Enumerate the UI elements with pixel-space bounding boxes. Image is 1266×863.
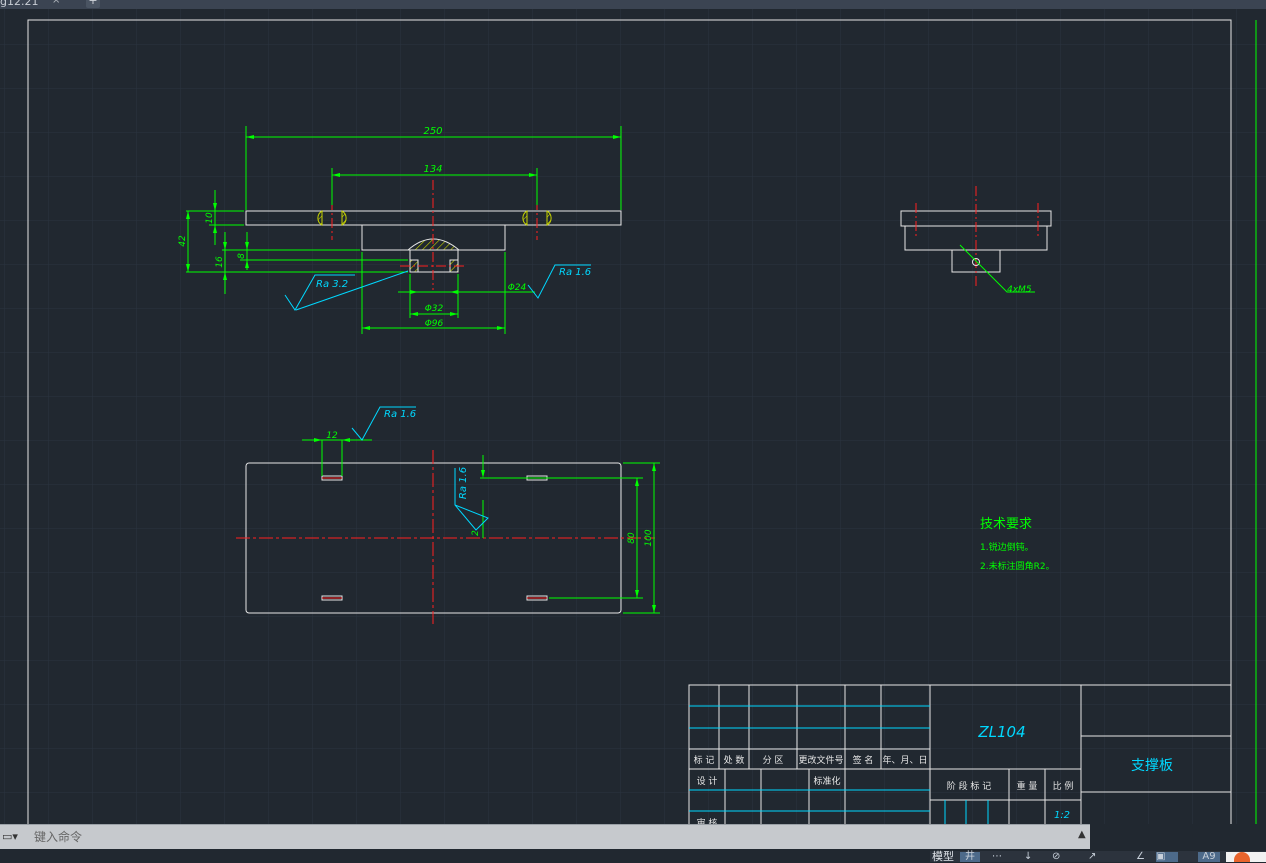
dim-134: 134 [423,164,442,175]
dim-100: 100 [644,529,654,546]
tb-count: 处 数 [724,754,745,766]
roughness-ra16-top: Ra 1.6 [384,409,416,420]
tb-design: 设 计 [697,775,718,787]
dim-10: 10 [205,212,215,224]
grid-toggle-icon[interactable]: 井 [960,852,980,862]
tech-item-2: 2.未标注圆角R2。 [980,560,1055,572]
ortho-toggle-icon[interactable]: ↓ [1024,852,1044,862]
tb-zone: 分 区 [763,755,784,766]
dim-12: 12 [326,431,338,441]
tech-item-1: 1.锐边倒钝。 [980,541,1034,553]
command-line-bar: ▭▾ ▲ [0,824,1090,849]
snap-toggle-icon[interactable]: ⋯ [986,852,1008,862]
command-close-icon[interactable]: ▲ [1078,829,1086,840]
osnap-toggle-icon[interactable]: ↗ [1088,852,1108,862]
dim-16: 16 [215,256,225,268]
new-tab-button[interactable]: + [86,0,100,8]
roughness-ra16-vertical: Ra 1.6 [458,467,469,499]
tb-scale-label: 比 例 [1053,780,1074,792]
tb-date: 年、月、日 [882,754,927,766]
dim-phi32: Φ32 [425,304,444,314]
drawing-canvas[interactable]: 250 134 10 42 16 8 Φ24 Φ32 Φ96 Ra 3.2 Ra… [0,9,1266,824]
tb-docno: 更改文件号 [798,754,843,766]
app-logo-icon [1226,852,1266,862]
tb-weight: 重 量 [1017,780,1038,792]
document-tab-label[interactable]: g12.21 [0,0,38,8]
part-name: 支撑板 [1131,758,1173,774]
workspace-icon[interactable]: ▣ [1156,852,1178,862]
command-icon[interactable]: ▭▾ [2,829,30,845]
annotation-scale-button[interactable]: A9 [1198,852,1220,862]
model-tab[interactable]: 模型 [932,850,954,863]
dim-250: 250 [423,126,442,137]
tab-close-icon[interactable]: × [52,0,60,6]
command-input[interactable] [32,827,1076,847]
dim-phi96: Φ96 [425,319,444,329]
polar-toggle-icon[interactable]: ⊘ [1052,852,1072,862]
document-tab-bar: g12.21 × + [0,0,1266,9]
dim-42: 42 [178,235,188,247]
tech-title: 技术要求 [980,517,1032,532]
dim-2: 2 [471,530,481,536]
tb-sign: 签 名 [853,754,874,766]
tb-mark: 标 记 [694,754,715,766]
roughness-ra32: Ra 3.2 [316,279,348,290]
roughness-ra16-front: Ra 1.6 [559,267,591,278]
tracking-toggle-icon[interactable]: ∠ [1136,852,1152,862]
dim-80: 80 [627,532,637,544]
dim-phi24: Φ24 [508,283,527,293]
material-label: ZL104 [977,723,1025,741]
tb-scale-value: 1:2 [1054,810,1070,821]
tb-review: 审 核 [697,817,718,824]
grid-background [0,9,1266,824]
dim-8: 8 [237,253,247,259]
tb-stage: 阶 段 标 记 [947,780,992,792]
tb-std: 标准化 [813,775,840,787]
dim-thread: 4xM5 [1007,285,1032,295]
